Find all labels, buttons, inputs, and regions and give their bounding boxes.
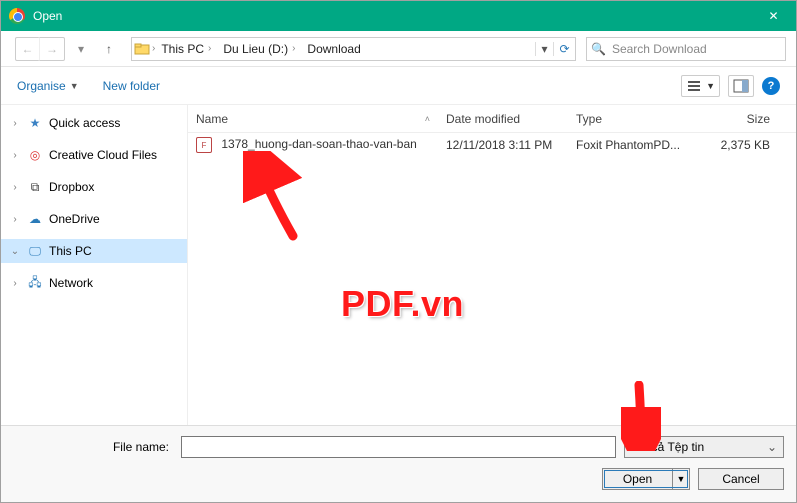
button-row: Open ▼ Cancel	[13, 468, 784, 490]
preview-pane-icon	[733, 78, 749, 94]
column-headers: Name ˄ Date modified Type Size	[188, 105, 796, 133]
column-label: Size	[747, 112, 770, 126]
file-name-cell: F 1378_huong-dan-soan-thao-van-ban	[188, 137, 438, 154]
creative-cloud-icon: ◎	[27, 147, 43, 163]
search-placeholder: Search Download	[612, 42, 707, 56]
close-icon: ✕	[768, 9, 778, 23]
column-label: Date modified	[446, 112, 520, 126]
title-bar: Open ✕	[1, 1, 796, 31]
close-button[interactable]: ✕	[751, 1, 796, 31]
sidebar-item-label: Network	[49, 276, 93, 290]
back-button[interactable]: ←	[16, 37, 40, 61]
file-name: 1378_huong-dan-soan-thao-van-ban	[221, 137, 417, 151]
nav-history-box: ← →	[15, 37, 65, 61]
organise-menu[interactable]: Organise ▼	[17, 79, 79, 93]
file-type-filter[interactable]: Tất cả Tệp tin ⌄	[624, 436, 784, 458]
chevron-down-icon: ▼	[677, 474, 686, 484]
bottom-bar: File name: Tất cả Tệp tin ⌄ Open ▼ Cance…	[1, 425, 796, 502]
pdf-file-icon: F	[196, 137, 212, 153]
sidebar-item-label: Creative Cloud Files	[49, 148, 157, 162]
new-folder-label: New folder	[103, 79, 160, 93]
crumb-folder[interactable]: Download	[301, 42, 366, 56]
open-button[interactable]: Open ▼	[602, 468, 690, 490]
search-icon: 🔍	[591, 42, 606, 56]
recent-locations-button[interactable]: ▾	[69, 37, 93, 61]
filename-input[interactable]	[181, 436, 616, 458]
refresh-button[interactable]: ⟳	[553, 42, 575, 56]
preview-pane-button[interactable]	[728, 75, 754, 97]
sidebar-item-network[interactable]: › 🖧 Network	[1, 271, 187, 295]
folder-icon	[132, 41, 152, 57]
file-list: Name ˄ Date modified Type Size F 1378_hu…	[187, 105, 796, 425]
open-dropdown-button[interactable]: ▼	[673, 474, 689, 484]
expander-icon[interactable]: ›	[9, 214, 21, 225]
sidebar-item-creative-cloud[interactable]: › ◎ Creative Cloud Files	[1, 143, 187, 167]
chevron-down-icon: ⌄	[767, 440, 777, 454]
expander-icon[interactable]: ⌄	[9, 246, 21, 257]
filename-row: File name: Tất cả Tệp tin ⌄	[13, 436, 784, 458]
expander-icon[interactable]: ›	[9, 150, 21, 161]
list-view-icon	[686, 78, 702, 94]
sidebar-item-this-pc[interactable]: ⌄ 🖵 This PC	[1, 239, 187, 263]
crumb-this-pc[interactable]: This PC›	[155, 42, 217, 56]
column-label: Type	[576, 112, 602, 126]
breadcrumb-dropdown[interactable]: ▾	[535, 42, 553, 56]
crumb-drive[interactable]: Du Lieu (D:)›	[217, 42, 301, 56]
file-size-cell: 2,375 KB	[698, 138, 778, 152]
expander-icon[interactable]: ›	[9, 182, 21, 193]
toolbar: Organise ▼ New folder ▼ ?	[1, 67, 796, 105]
column-type[interactable]: Type	[568, 112, 698, 126]
column-size[interactable]: Size	[698, 112, 778, 126]
new-folder-button[interactable]: New folder	[103, 79, 160, 93]
search-input[interactable]: 🔍 Search Download	[586, 37, 786, 61]
file-row[interactable]: F 1378_huong-dan-soan-thao-van-ban 12/11…	[188, 133, 796, 157]
organise-label: Organise	[17, 79, 66, 93]
column-date[interactable]: Date modified	[438, 112, 568, 126]
breadcrumb-bar[interactable]: › This PC› Du Lieu (D:)› Download ▾ ⟳	[131, 37, 576, 61]
sidebar-item-dropbox[interactable]: › ⧉ Dropbox	[1, 175, 187, 199]
up-button[interactable]: ↑	[97, 37, 121, 61]
file-date-cell: 12/11/2018 3:11 PM	[438, 138, 568, 152]
watermark-text: PDF.vn	[341, 283, 464, 325]
help-button[interactable]: ?	[762, 77, 780, 95]
open-label: Open	[623, 472, 652, 486]
network-icon: 🖧	[27, 275, 43, 291]
view-options-button[interactable]: ▼	[681, 75, 720, 97]
filter-label: Tất cả Tệp tin	[631, 440, 704, 454]
sidebar-item-onedrive[interactable]: › ☁ OneDrive	[1, 207, 187, 231]
cancel-button[interactable]: Cancel	[698, 468, 784, 490]
sidebar: › ★ Quick access › ◎ Creative Cloud File…	[1, 105, 187, 425]
chrome-icon	[9, 8, 25, 24]
monitor-icon: 🖵	[27, 243, 43, 259]
file-type-cell: Foxit PhantomPD...	[568, 138, 698, 152]
nav-row: ← → ▾ ↑ › This PC› Du Lieu (D:)› Downloa…	[1, 31, 796, 67]
dropbox-icon: ⧉	[27, 179, 43, 195]
star-icon: ★	[27, 115, 43, 131]
column-name[interactable]: Name ˄	[188, 112, 438, 126]
sidebar-item-label: Dropbox	[49, 180, 94, 194]
cancel-label: Cancel	[722, 472, 759, 486]
sidebar-item-label: OneDrive	[49, 212, 100, 226]
forward-button[interactable]: →	[40, 37, 64, 61]
sidebar-item-quick-access[interactable]: › ★ Quick access	[1, 111, 187, 135]
main-area: › ★ Quick access › ◎ Creative Cloud File…	[1, 105, 796, 425]
column-label: Name	[196, 112, 228, 126]
sidebar-item-label: This PC	[49, 244, 92, 258]
filename-label: File name:	[13, 440, 173, 454]
window-title: Open	[33, 9, 62, 23]
sidebar-item-label: Quick access	[49, 116, 120, 130]
chevron-down-icon: ▼	[70, 81, 79, 91]
cloud-icon: ☁	[27, 211, 43, 227]
expander-icon[interactable]: ›	[9, 278, 21, 289]
expander-icon[interactable]: ›	[9, 118, 21, 129]
sort-indicator-icon: ˄	[425, 114, 430, 124]
